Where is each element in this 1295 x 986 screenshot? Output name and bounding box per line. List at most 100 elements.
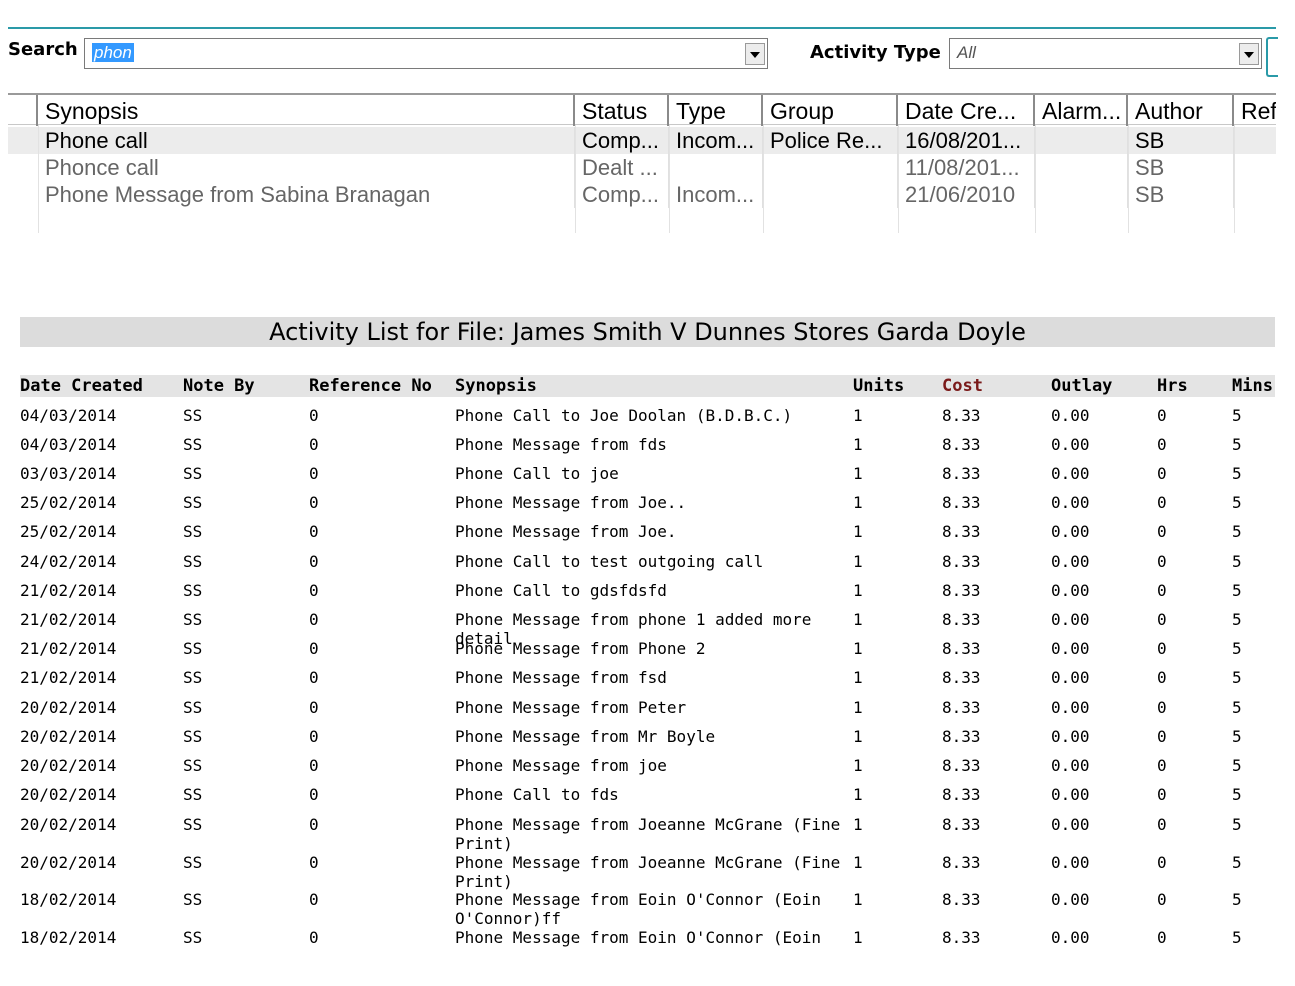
report-cell-units: 1	[853, 890, 863, 909]
report-cell-mins: 5	[1232, 727, 1242, 746]
report-cell-reference-no: 0	[309, 464, 319, 483]
grid-header-type[interactable]: Type	[669, 95, 763, 126]
report-cell-outlay: 0.00	[1051, 610, 1090, 629]
report-cell-synopsis: Phone Call to test outgoing call	[455, 552, 764, 571]
report-header-synopsis: Synopsis	[455, 376, 537, 396]
report-cell-cost: 8.33	[942, 727, 981, 746]
report-cell-mins: 5	[1232, 668, 1242, 687]
grid-header-alarm[interactable]: Alarm...	[1035, 95, 1128, 126]
report-cell-hrs: 0	[1157, 890, 1167, 909]
grid-column-line	[898, 125, 899, 233]
report-row: 20/02/2014 SS 0 Phone Message from Mr Boyle…	[20, 727, 1275, 756]
report-cell-synopsis: Phone Message from Peter	[455, 698, 687, 717]
activity-type-value: All	[957, 43, 976, 62]
results-grid-header: Synopsis Status Type Group Date Cre... Alarm.…	[8, 93, 1276, 126]
report-cell-outlay: 0.00	[1051, 698, 1090, 717]
report-cell-units: 1	[853, 406, 863, 425]
grid-header-author[interactable]: Author	[1128, 95, 1234, 126]
side-button[interactable]	[1266, 37, 1278, 77]
report-cell-mins: 5	[1232, 435, 1242, 454]
report-header-units: Units	[853, 376, 905, 396]
grid-cell-status: Comp...	[575, 181, 669, 208]
report-cell-hrs: 0	[1157, 756, 1167, 775]
report-cell-cost: 8.33	[942, 610, 981, 629]
report-cell-mins: 5	[1232, 928, 1242, 947]
report-header-cost: Cost	[942, 376, 983, 396]
report-cell-hrs: 0	[1157, 698, 1167, 717]
grid-row[interactable]: Phonce call Dealt ... 11/08/201... SB	[8, 154, 1276, 181]
grid-row[interactable]: Phone Message from Sabina Branagan Comp..…	[8, 181, 1276, 208]
grid-cell-date-created: 11/08/201...	[898, 154, 1035, 181]
report-cell-mins: 5	[1232, 493, 1242, 512]
report-header-hrs: Hrs	[1157, 376, 1188, 396]
grid-column-line	[763, 125, 764, 233]
report-cell-cost: 8.33	[942, 522, 981, 541]
report-cell-note-by: SS	[183, 522, 203, 541]
report-cell-reference-no: 0	[309, 610, 319, 629]
report-cell-date-created: 03/03/2014	[20, 464, 117, 483]
activity-type-select[interactable]: All	[949, 38, 1262, 69]
report-row: 25/02/2014 SS 0 Phone Message from Joe.. 1 8.…	[20, 493, 1275, 522]
report-row: 20/02/2014 SS 0 Phone Call to fds 1 8.33 0.00 0…	[20, 785, 1275, 815]
grid-header-status[interactable]: Status	[575, 95, 669, 126]
report-cell-note-by: SS	[183, 610, 203, 629]
report-header: Date Created Note By Reference No Synopsis U…	[20, 375, 1275, 397]
report-cell-date-created: 18/02/2014	[20, 928, 117, 947]
grid-row[interactable]: Phone call Comp... Incom... Police Re... 16/…	[8, 127, 1276, 154]
report-row: 18/02/2014 SS 0 Phone Message from Eoin O'C…	[20, 928, 1275, 950]
report-cell-synopsis: Phone Message from Mr Boyle	[455, 727, 716, 746]
report-cell-hrs: 0	[1157, 639, 1167, 658]
search-input[interactable]: phon	[92, 43, 134, 62]
grid-cell-status: Comp...	[575, 127, 669, 154]
grid-cell-ref	[1234, 181, 1276, 208]
report-cell-note-by: SS	[183, 639, 203, 658]
report-cell-note-by: SS	[183, 815, 203, 834]
report-cell-reference-no: 0	[309, 727, 319, 746]
report-row: 21/02/2014 SS 0 Phone Call to gdsfdsfd 1 8.33…	[20, 581, 1275, 610]
report-cell-mins: 5	[1232, 464, 1242, 483]
report-cell-date-created: 20/02/2014	[20, 815, 117, 834]
grid-column-line	[1234, 125, 1235, 233]
grid-column-line	[575, 125, 576, 233]
report-cell-mins: 5	[1232, 890, 1242, 909]
search-combo[interactable]: phon	[84, 38, 768, 69]
report-cell-note-by: SS	[183, 928, 203, 947]
grid-header-synopsis[interactable]: Synopsis	[38, 95, 575, 126]
report-cell-cost: 8.33	[942, 493, 981, 512]
grid-cell-type	[669, 154, 763, 181]
app-window: Search phon Activity Type All Synopsis St…	[0, 0, 1295, 950]
report-cell-synopsis: Phone Message from Eoin O'Connor (Eoin O…	[455, 928, 822, 950]
report-header-reference-no: Reference No	[309, 376, 432, 396]
report-cell-outlay: 0.00	[1051, 493, 1090, 512]
grid-cell-type: Incom...	[669, 127, 763, 154]
report-cell-reference-no: 0	[309, 639, 319, 658]
activity-type-dropdown-button[interactable]	[1239, 43, 1259, 65]
report-cell-units: 1	[853, 785, 863, 804]
report-cell-date-created: 20/02/2014	[20, 853, 117, 872]
grid-header-group[interactable]: Group	[763, 95, 898, 126]
report-cell-synopsis: Phone Message from fsd	[455, 668, 667, 687]
report-row: 20/02/2014 SS 0 Phone Message from joe 1 8.33…	[20, 756, 1275, 785]
report-cell-date-created: 20/02/2014	[20, 756, 117, 775]
report-row: 24/02/2014 SS 0 Phone Call to test outgoing…	[20, 552, 1275, 581]
report-cell-mins: 5	[1232, 756, 1242, 775]
grid-cell-alarm	[1035, 181, 1128, 208]
report-cell-outlay: 0.00	[1051, 853, 1090, 872]
report-row: 21/02/2014 SS 0 Phone Message from phone 1 …	[20, 610, 1275, 648]
report-cell-synopsis: Phone Message from Joeanne McGrane (Fine…	[455, 815, 841, 853]
report-cell-synopsis: Phone Message from Eoin O'Connor (Eoin O…	[455, 890, 822, 928]
report-cell-units: 1	[853, 464, 863, 483]
grid-header-ref[interactable]: Ref	[1234, 95, 1276, 126]
report-cell-hrs: 0	[1157, 552, 1167, 571]
grid-cell-group	[763, 154, 898, 181]
report-cell-hrs: 0	[1157, 785, 1167, 804]
report-cell-outlay: 0.00	[1051, 552, 1090, 571]
grid-header-selector[interactable]	[8, 95, 38, 126]
report-cell-cost: 8.33	[942, 668, 981, 687]
report-cell-cost: 8.33	[942, 785, 981, 804]
grid-header-date-created[interactable]: Date Cre...	[898, 95, 1035, 126]
report-cell-units: 1	[853, 727, 863, 746]
grid-cell-type: Incom...	[669, 181, 763, 208]
report-row: 18/02/2014 SS 0 Phone Message from Eoin O'C…	[20, 890, 1275, 928]
search-dropdown-button[interactable]	[745, 43, 765, 65]
